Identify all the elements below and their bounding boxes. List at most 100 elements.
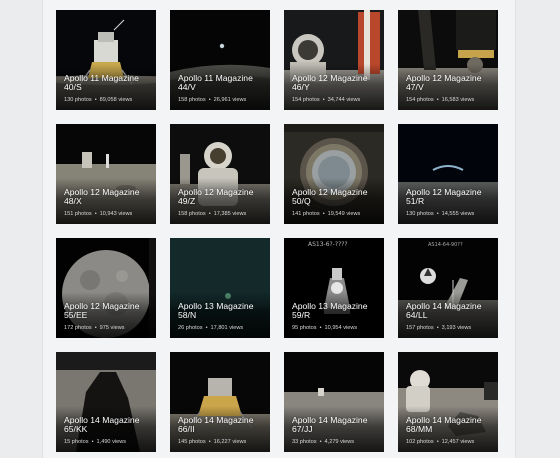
photo-count: 158 photos xyxy=(178,211,206,217)
album-stats: 95 photos • 10,954 views xyxy=(292,325,382,332)
album-card[interactable]: Apollo 14 Magazine 67/JJ 33 photos • 4,279 v… xyxy=(284,352,384,452)
view-count: 1,490 views xyxy=(96,439,127,445)
stats-separator: • xyxy=(208,211,211,217)
album-title: Apollo 12 Magazine 55/EE xyxy=(64,301,152,321)
view-count: 12,457 views xyxy=(441,439,475,445)
stats-separator: • xyxy=(436,439,439,445)
photo-count: 130 photos xyxy=(406,211,434,217)
album-stats: 33 photos • 4,279 views xyxy=(292,439,382,446)
album-title: Apollo 13 Magazine 59/R xyxy=(292,301,380,321)
album-title: Apollo 14 Magazine 64/LL xyxy=(406,301,494,321)
stats-separator: • xyxy=(94,325,97,331)
stats-separator: • xyxy=(436,97,439,103)
view-count: 26,961 views xyxy=(213,97,247,103)
album-title-line2: 59/R xyxy=(292,310,311,321)
album-title-line2: 50/Q xyxy=(292,196,311,207)
svg-text:AS13-6?-????: AS13-6?-???? xyxy=(308,241,348,248)
album-title: Apollo 12 Magazine 46/Y xyxy=(292,73,380,93)
album-title: Apollo 14 Magazine 68/MM xyxy=(406,415,494,435)
album-card[interactable]: Apollo 12 Magazine 51/R 130 photos • 14,555 … xyxy=(398,124,498,224)
album-stats: 15 photos • 1,490 views xyxy=(64,439,154,446)
album-grid: Apollo 11 Magazine 40/S 130 photos • 89,058 … xyxy=(56,10,498,452)
stats-separator: • xyxy=(319,439,322,445)
view-count: 10,943 views xyxy=(99,211,133,217)
stats-separator: • xyxy=(436,211,439,217)
stats-separator: • xyxy=(208,97,211,103)
album-title-line2: 65/KK xyxy=(64,424,88,435)
album-stats: 141 photos • 19,549 views xyxy=(292,211,382,218)
photo-count: 154 photos xyxy=(292,97,320,103)
stats-separator: • xyxy=(91,439,94,445)
album-title-line2: 46/Y xyxy=(292,82,310,93)
album-title: Apollo 12 Magazine 51/R xyxy=(406,187,494,207)
view-count: 14,555 views xyxy=(441,211,475,217)
stats-separator: • xyxy=(208,439,211,445)
photo-count: 33 photos xyxy=(292,439,317,445)
album-card[interactable]: Apollo 12 Magazine 47/V 154 photos • 16,583 … xyxy=(398,10,498,110)
stats-separator: • xyxy=(322,97,325,103)
album-title: Apollo 12 Magazine 47/V xyxy=(406,73,494,93)
album-title-line2: 64/LL xyxy=(406,310,428,321)
stats-separator: • xyxy=(322,211,325,217)
album-card[interactable]: AS13-6?-???? Apollo 13 Magazine 59/R 95 ph… xyxy=(284,238,384,338)
album-stats: 157 photos • 3,193 views xyxy=(406,325,496,332)
stats-separator: • xyxy=(94,97,97,103)
album-card[interactable]: Apollo 12 Magazine 49/Z 158 photos • 17,385 … xyxy=(170,124,270,224)
album-title-line2: 40/S xyxy=(64,82,82,93)
photo-count: 26 photos xyxy=(178,325,203,331)
photo-count: 141 photos xyxy=(292,211,320,217)
view-count: 34,744 views xyxy=(327,97,361,103)
album-stats: 172 photos • 975 views xyxy=(64,325,154,332)
album-stats: 145 photos • 16,227 views xyxy=(178,439,268,446)
album-title: Apollo 14 Magazine 66/II xyxy=(178,415,266,435)
album-title-line2: 44/V xyxy=(178,82,196,93)
album-card[interactable]: Apollo 14 Magazine 68/MM 102 photos • 12,457… xyxy=(398,352,498,452)
photo-count: 145 photos xyxy=(178,439,206,445)
album-title: Apollo 14 Magazine 67/JJ xyxy=(292,415,380,435)
album-card[interactable]: Apollo 13 Magazine 58/N 26 photos • 17,801 v… xyxy=(170,238,270,338)
album-stats: 158 photos • 17,385 views xyxy=(178,211,268,218)
album-title: Apollo 13 Magazine 58/N xyxy=(178,301,266,321)
album-card[interactable]: Apollo 11 Magazine 44/V 158 photos • 26,961 … xyxy=(170,10,270,110)
album-title: Apollo 11 Magazine 40/S xyxy=(64,73,152,93)
svg-text:AS14-64-90??: AS14-64-90?? xyxy=(428,242,463,248)
stats-separator: • xyxy=(94,211,97,217)
album-title-line2: 55/EE xyxy=(64,310,88,321)
photo-count: 130 photos xyxy=(64,97,92,103)
view-count: 3,193 views xyxy=(441,325,472,331)
album-stats: 154 photos • 16,583 views xyxy=(406,97,496,104)
album-title-line2: 58/N xyxy=(178,310,197,321)
view-count: 17,385 views xyxy=(213,211,247,217)
album-title-line2: 66/II xyxy=(178,424,195,435)
view-count: 975 views xyxy=(99,325,125,331)
album-card[interactable]: Apollo 12 Magazine 50/Q 141 photos • 19,549 … xyxy=(284,124,384,224)
album-card[interactable]: Apollo 14 Magazine 65/KK 15 photos • 1,490 v… xyxy=(56,352,156,452)
view-count: 4,279 views xyxy=(324,439,355,445)
album-card[interactable]: Apollo 11 Magazine 40/S 130 photos • 89,058 … xyxy=(56,10,156,110)
view-count: 19,549 views xyxy=(327,211,361,217)
album-card[interactable]: Apollo 14 Magazine 66/II 145 photos • 16,227… xyxy=(170,352,270,452)
album-card[interactable]: AS14-64-90?? Apollo 14 Magazine 64/LL 157 … xyxy=(398,238,498,338)
photo-count: 172 photos xyxy=(64,325,92,331)
album-card[interactable]: Apollo 12 Magazine 48/X 151 photos • 10,943 … xyxy=(56,124,156,224)
photo-count: 102 photos xyxy=(406,439,434,445)
album-card[interactable]: Apollo 12 Magazine 46/Y 154 photos • 34,744 … xyxy=(284,10,384,110)
view-count: 17,801 views xyxy=(210,325,244,331)
album-title-line2: 67/JJ xyxy=(292,424,313,435)
album-stats: 102 photos • 12,457 views xyxy=(406,439,496,446)
album-title-line2: 48/X xyxy=(64,196,82,207)
album-stats: 130 photos • 14,555 views xyxy=(406,211,496,218)
view-count: 89,058 views xyxy=(99,97,133,103)
photo-count: 151 photos xyxy=(64,211,92,217)
stats-separator: • xyxy=(319,325,322,331)
album-card[interactable]: Apollo 12 Magazine 55/EE 172 photos • 975 vi… xyxy=(56,238,156,338)
album-title: Apollo 12 Magazine 49/Z xyxy=(178,187,266,207)
album-stats: 151 photos • 10,943 views xyxy=(64,211,154,218)
album-stats: 130 photos • 89,058 views xyxy=(64,97,154,104)
album-title: Apollo 12 Magazine 48/X xyxy=(64,187,152,207)
view-count: 16,227 views xyxy=(213,439,247,445)
album-title-line2: 51/R xyxy=(406,196,425,207)
album-stats: 154 photos • 34,744 views xyxy=(292,97,382,104)
album-title: Apollo 14 Magazine 65/KK xyxy=(64,415,152,435)
view-count: 16,583 views xyxy=(441,97,475,103)
